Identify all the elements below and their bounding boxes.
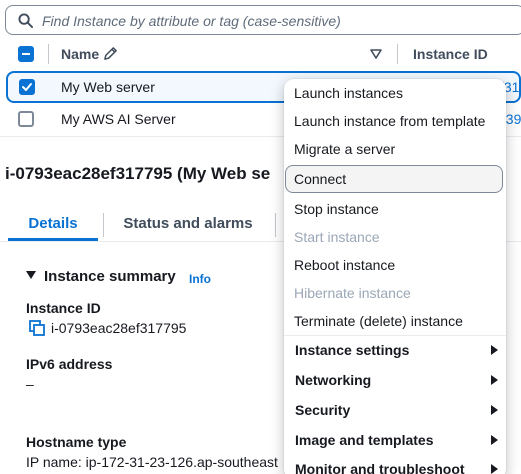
column-header-name[interactable]: Name bbox=[61, 46, 99, 62]
hostname-type-value: IP name: ip-172-31-23-126.ap-southeast bbox=[26, 454, 278, 470]
tab-divider bbox=[275, 213, 276, 237]
instance-details-title: i-0793eac28ef317795 (My Web se bbox=[5, 164, 271, 183]
menu-item-hibernate-instance: Hibernate instance bbox=[294, 285, 411, 301]
chevron-right-icon bbox=[491, 345, 498, 355]
caret-down-icon bbox=[26, 271, 36, 279]
menu-item-launch-instances[interactable]: Launch instances bbox=[294, 85, 403, 101]
column-header-instance-id[interactable]: Instance ID bbox=[413, 46, 488, 62]
menu-item-launch-from-template[interactable]: Launch instance from template bbox=[294, 113, 485, 129]
info-link[interactable]: Info bbox=[189, 272, 211, 286]
chevron-right-icon bbox=[491, 405, 498, 415]
search-bar[interactable] bbox=[5, 5, 521, 35]
column-divider bbox=[48, 44, 49, 64]
instance-summary-heading: Instance summary bbox=[44, 268, 176, 285]
instance-summary-toggle[interactable]: Instance summary bbox=[26, 268, 176, 285]
table-header: Name Instance ID bbox=[0, 38, 521, 70]
tab-status-and-alarms[interactable]: Status and alarms bbox=[108, 208, 268, 242]
instance-name: My AWS AI Server bbox=[61, 111, 176, 127]
menu-item-stop-instance[interactable]: Stop instance bbox=[294, 201, 379, 217]
actions-dropdown-menu: Launch instances Launch instance from te… bbox=[284, 79, 506, 474]
chevron-right-icon bbox=[491, 435, 498, 445]
menu-item-security[interactable]: Security bbox=[295, 402, 350, 418]
menu-item-migrate-server[interactable]: Migrate a server bbox=[294, 141, 395, 157]
menu-item-monitor-and-troubleshoot[interactable]: Monitor and troubleshoot bbox=[295, 461, 465, 474]
instance-name: My Web server bbox=[61, 79, 155, 95]
sort-down-icon[interactable] bbox=[370, 49, 382, 59]
chevron-right-icon bbox=[491, 464, 498, 474]
menu-item-terminate-instance[interactable]: Terminate (delete) instance bbox=[294, 313, 463, 329]
row-checkbox[interactable] bbox=[19, 79, 35, 95]
menu-item-image-and-templates[interactable]: Image and templates bbox=[295, 432, 434, 448]
ipv6-label: IPv6 address bbox=[26, 356, 113, 372]
instance-id-label: Instance ID bbox=[26, 300, 101, 316]
pencil-icon[interactable] bbox=[103, 46, 118, 61]
tab-divider bbox=[103, 213, 104, 237]
search-input[interactable] bbox=[42, 10, 512, 32]
menu-item-networking[interactable]: Networking bbox=[295, 372, 371, 388]
hostname-type-label: Hostname type bbox=[26, 434, 127, 450]
search-icon bbox=[18, 13, 33, 28]
menu-item-start-instance: Start instance bbox=[294, 229, 380, 245]
menu-item-instance-settings[interactable]: Instance settings bbox=[295, 342, 409, 358]
tab-details[interactable]: Details bbox=[8, 208, 98, 242]
instance-id-value: i-0793eac28ef317795 bbox=[51, 320, 187, 336]
chevron-right-icon bbox=[491, 375, 498, 385]
menu-divider bbox=[284, 335, 506, 336]
ipv6-value: – bbox=[26, 376, 34, 392]
select-all-checkbox[interactable] bbox=[18, 46, 34, 62]
row-checkbox[interactable] bbox=[18, 111, 34, 127]
column-divider bbox=[397, 44, 398, 64]
check-icon bbox=[22, 83, 32, 91]
menu-item-reboot-instance[interactable]: Reboot instance bbox=[294, 257, 395, 273]
copy-icon[interactable] bbox=[29, 320, 45, 336]
menu-item-connect[interactable]: Connect bbox=[294, 171, 346, 187]
